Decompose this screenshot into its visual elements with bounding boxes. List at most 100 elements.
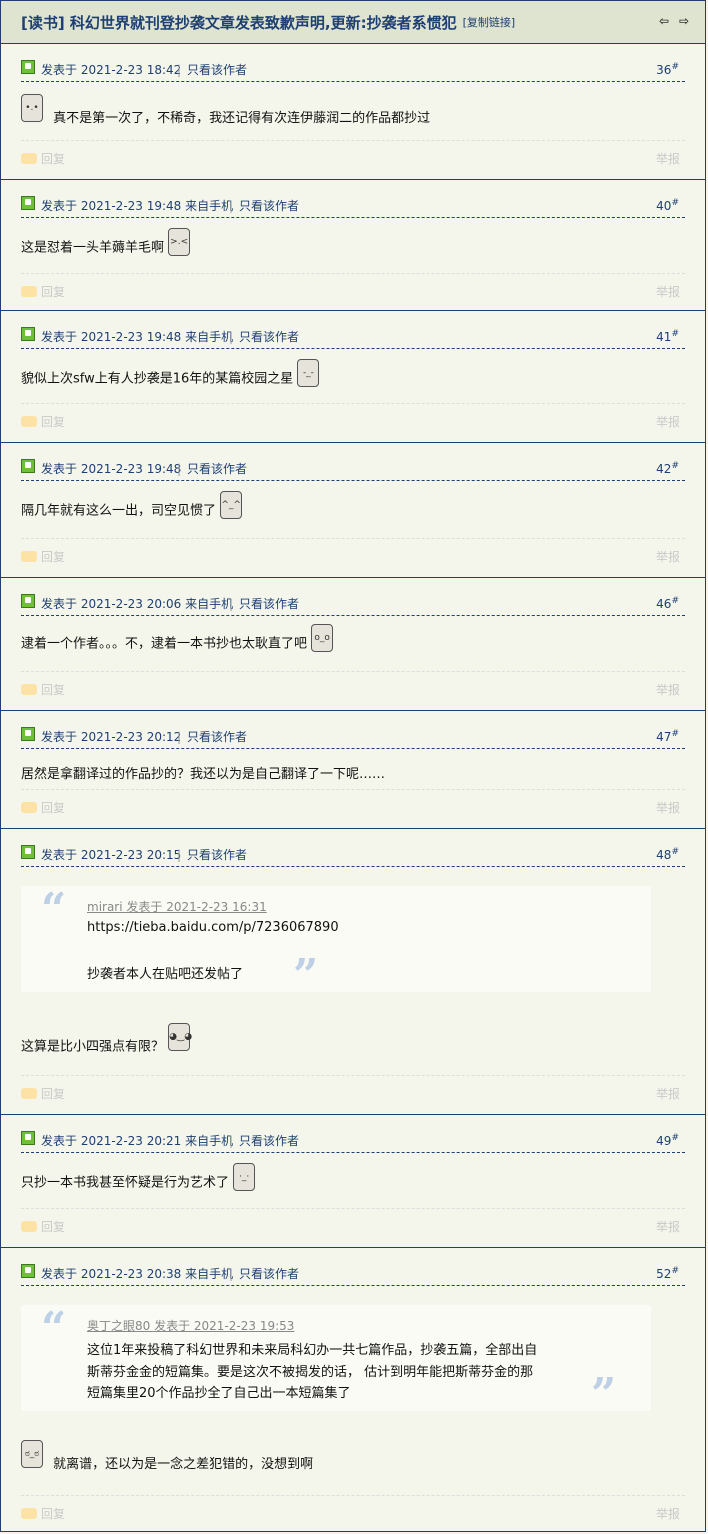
reply-button[interactable]: 回复 [21, 1085, 65, 1102]
reply-button[interactable]: 回复 [21, 150, 65, 167]
report-button[interactable]: 举报 [656, 681, 680, 698]
report-button[interactable]: 举报 [656, 413, 680, 430]
post-meta: 发表于 2021-2-23 20:21 来自手机 [41, 1134, 234, 1148]
reply-button[interactable]: 回复 [21, 1218, 65, 1235]
post-content: 只抄一本书我甚至怀疑是行为艺术了 ·_· [21, 1163, 685, 1191]
quote-close-icon: ” [293, 950, 319, 1001]
post-content: 逮着一个作者。。。不，逮着一本书抄也太耿直了吧 o_o [21, 624, 685, 652]
post-footer: 回复 举报 [21, 538, 685, 569]
post-footer: 回复 举报 [21, 403, 685, 434]
post: 发表于 2021-2-23 20:12 | 只看该作者 47# 居然是拿翻译过的作… [1, 711, 705, 829]
floor-number: 42# [656, 461, 679, 476]
post-status-icon [21, 594, 35, 608]
reply-icon [21, 286, 37, 297]
reply-button[interactable]: 回复 [21, 283, 65, 300]
only-author-link[interactable]: 只看该作者 [239, 597, 299, 611]
report-button[interactable]: 举报 [656, 150, 680, 167]
post-header: 发表于 2021-2-23 20:15 | 只看该作者 48# [21, 843, 685, 867]
smiley-face-icon: ·_· [233, 1163, 256, 1191]
reply-button[interactable]: 回复 [21, 799, 65, 816]
post-content: ಠ_ಠ 就离谱，还以为是一念之差犯错的，没想到啊 [21, 1440, 685, 1472]
quote-line: 短篇集里20个作品抄全了自己出一本短篇集了 [87, 1386, 351, 1401]
floor-number: 48# [656, 847, 679, 862]
reply-icon [21, 153, 37, 164]
floor-number: 41# [656, 329, 679, 344]
next-thread-icon[interactable]: ⇨ [677, 14, 691, 28]
quote-header-link[interactable]: mirari 发表于 2021-2-23 16:31 [87, 898, 267, 915]
post: 发表于 2021-2-23 19:48 | 只看该作者 42# 隔几年就有这么一出… [1, 443, 705, 578]
report-button[interactable]: 举报 [656, 1085, 680, 1102]
post-meta: 发表于 2021-2-23 20:12 [41, 730, 182, 744]
thread-nav: ⇦ ⇨ [657, 14, 691, 28]
reply-icon [21, 684, 37, 695]
report-button[interactable]: 举报 [656, 1505, 680, 1522]
only-author-link[interactable]: 只看该作者 [239, 1134, 299, 1148]
floor-number: 47# [656, 729, 679, 744]
only-author-link[interactable]: 只看该作者 [187, 462, 247, 476]
post-footer: 回复 举报 [21, 140, 685, 171]
post-content: •.• 真不是第一次了，不稀奇，我还记得有次连伊藤润二的作品都抄过 [21, 94, 685, 126]
quote-open-icon: “ [41, 884, 67, 935]
post-header: 发表于 2021-2-23 20:38 来自手机 | 只看该作者 52# [21, 1262, 685, 1286]
post-status-icon [21, 1264, 35, 1278]
only-author-link[interactable]: 只看该作者 [239, 1267, 299, 1281]
post: 发表于 2021-2-23 19:48 来自手机 | 只看该作者 41# 貌似上次… [1, 311, 705, 443]
post-header: 发表于 2021-2-23 20:21 来自手机 | 只看该作者 49# [21, 1129, 685, 1153]
quote-line[interactable]: https://tieba.baidu.com/p/7236067890 [87, 920, 339, 935]
only-author-link[interactable]: 只看该作者 [187, 63, 247, 77]
post-meta: 发表于 2021-2-23 20:38 来自手机 [41, 1267, 234, 1281]
floor-number: 36# [656, 62, 679, 77]
only-author-link[interactable]: 只看该作者 [187, 730, 247, 744]
reply-icon [21, 1088, 37, 1099]
only-author-link[interactable]: 只看该作者 [239, 330, 299, 344]
post-header: 发表于 2021-2-23 19:48 来自手机 | 只看该作者 41# [21, 325, 685, 349]
floor-number: 49# [656, 1133, 679, 1148]
reply-icon [21, 1508, 37, 1519]
smiley-face-icon: ಠ_ಠ [21, 1440, 43, 1468]
post-content: 貌似上次sfw上有人抄袭是16年的某篇校园之星 -_- [21, 359, 685, 387]
post-header: 发表于 2021-2-23 18:42 | 只看该作者 36# [21, 58, 685, 82]
post-footer: 回复 举报 [21, 789, 685, 820]
reply-button[interactable]: 回复 [21, 413, 65, 430]
post-status-icon [21, 845, 35, 859]
report-button[interactable]: 举报 [656, 799, 680, 816]
post-status-icon [21, 727, 35, 741]
report-button[interactable]: 举报 [656, 548, 680, 565]
post-meta: 发表于 2021-2-23 20:15 [41, 848, 182, 862]
post-content: 居然是拿翻译过的作品抄的？我还以为是自己翻译了一下呢…… [21, 767, 386, 782]
quote-block: “ 奥丁之眼80 发表于 2021-2-23 19:53 这位1年来投稿了科幻世… [21, 1303, 651, 1417]
reply-button[interactable]: 回复 [21, 1505, 65, 1522]
thread-container: [读书] 科幻世界就刊登抄袭文章发表致歉声明,更新:抄袭者系惯犯 [复制链接] … [0, 0, 706, 1532]
post-status-icon [21, 459, 35, 473]
thread-title: [读书] 科幻世界就刊登抄袭文章发表致歉声明,更新:抄袭者系惯犯 [21, 13, 457, 32]
quote-open-icon: “ [41, 1303, 67, 1354]
post: 发表于 2021-2-23 19:48 来自手机 | 只看该作者 40# 这是怼着… [1, 180, 705, 311]
reply-button[interactable]: 回复 [21, 681, 65, 698]
post-header: 发表于 2021-2-23 19:48 | 只看该作者 42# [21, 457, 685, 481]
reply-icon [21, 416, 37, 427]
post-status-icon [21, 327, 35, 341]
post: 发表于 2021-2-23 20:15 | 只看该作者 48# “ mirari … [1, 829, 705, 1115]
report-button[interactable]: 举报 [656, 283, 680, 300]
only-author-link[interactable]: 只看该作者 [239, 199, 299, 213]
quote-header-link[interactable]: 奥丁之眼80 发表于 2021-2-23 19:53 [87, 1317, 294, 1334]
reply-button[interactable]: 回复 [21, 548, 65, 565]
smiley-face-icon: •.• [21, 94, 43, 122]
floor-number: 52# [656, 1266, 679, 1281]
copy-link-button[interactable]: [复制链接] [463, 14, 516, 30]
post-content: 这算是比小四强点有限？ ◕‿◕ [21, 1023, 685, 1055]
post-footer: 回复 举报 [21, 1208, 685, 1239]
report-button[interactable]: 举报 [656, 1218, 680, 1235]
post-meta: 发表于 2021-2-23 19:48 来自手机 [41, 199, 234, 213]
prev-thread-icon[interactable]: ⇦ [657, 14, 671, 28]
quote-line: 抄袭者本人在贴吧还发帖了 [87, 967, 244, 982]
post-content: 隔几年就有这么一出，司空见惯了 ^_^ [21, 491, 685, 519]
only-author-link[interactable]: 只看该作者 [187, 848, 247, 862]
post-status-icon [21, 196, 35, 210]
floor-number: 40# [656, 198, 679, 213]
reply-icon [21, 551, 37, 562]
quote-close-icon: ” [591, 1369, 617, 1420]
post-header: 发表于 2021-2-23 19:48 来自手机 | 只看该作者 40# [21, 194, 685, 218]
post-meta: 发表于 2021-2-23 18:42 [41, 63, 182, 77]
smiley-face-icon: ^_^ [220, 491, 243, 519]
